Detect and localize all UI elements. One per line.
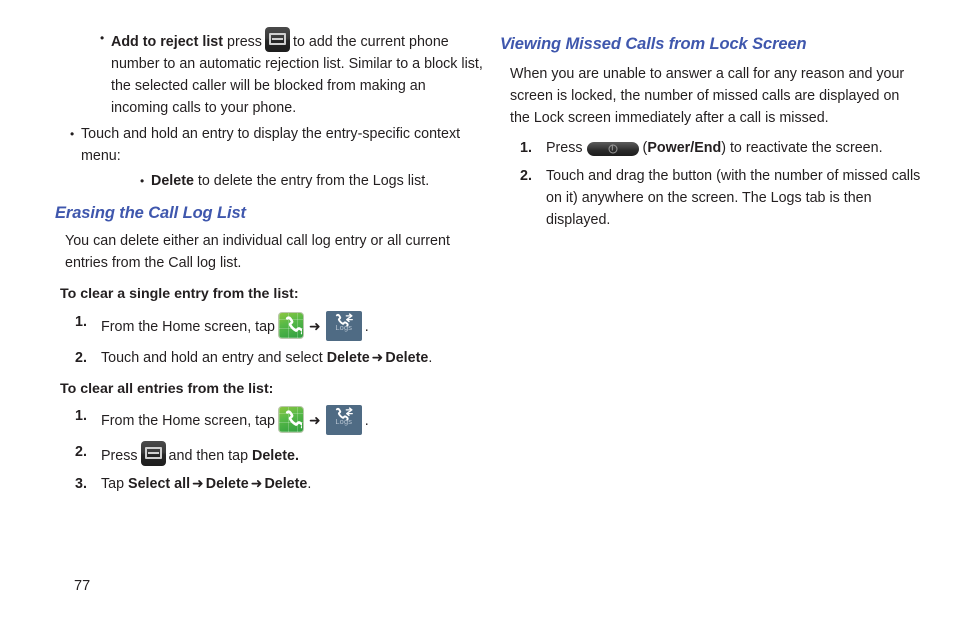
step-text: Press (Power/End) to reactivate the scree…: [546, 137, 930, 159]
step-number: 3.: [75, 476, 87, 493]
step-text: From the Home screen, tap ➜ Logs.: [101, 310, 485, 341]
menu-key-icon: [264, 27, 290, 52]
step-text: From the Home screen, tap ➜ Logs.: [101, 405, 485, 436]
arrow-icon: ➜: [192, 476, 204, 493]
bold-delete: Delete.: [252, 448, 299, 465]
right-column: Viewing Missed Calls from Lock Screen Wh…: [500, 0, 930, 231]
step-text-before: Touch and hold an entry and select: [101, 349, 323, 366]
step-text-after: .: [364, 413, 369, 430]
bullet-delete: • Delete to delete the entry from the Lo…: [140, 170, 485, 192]
step-text: Touch and drag the button (with the numb…: [546, 167, 921, 228]
menu-key-icon: [140, 441, 166, 467]
term-delete: Delete: [151, 173, 194, 189]
arrow-icon: ➜: [371, 349, 384, 366]
step-text-before: Press: [546, 139, 583, 156]
step-text-before: From the Home screen, tap: [101, 413, 276, 430]
step-text-before: From the Home screen, tap: [101, 318, 276, 335]
bullet-delete-rest: to delete the entry from the Logs list.: [197, 173, 430, 189]
paren-close: ): [721, 139, 726, 156]
paragraph-erasing-intro: You can delete either an individual call…: [65, 232, 450, 271]
bold-delete-1: Delete: [326, 349, 370, 366]
step-all-1: 1. From the Home screen, tap ➜ Logs.: [75, 405, 485, 436]
bullet-marker: •: [140, 174, 145, 188]
bullet-text: Touch and hold an entry to display the e…: [81, 126, 461, 164]
page-number: 77: [74, 578, 91, 594]
bullet-text: Delete to delete the entry from the Logs…: [151, 170, 485, 192]
step-text: Press and then tap Delete.: [101, 441, 485, 467]
bold-delete-2: Delete: [264, 476, 308, 493]
section-heading-viewing-missed-calls: Viewing Missed Calls from Lock Screen: [500, 35, 807, 53]
step-single-1: 1. From the Home screen, tap ➜ Logs.: [75, 310, 485, 341]
step-missed-1: 1. Press (Power/End) to reactivate the sc…: [520, 137, 930, 159]
power-symbol-icon: [608, 144, 618, 154]
bullet-marker: •: [100, 31, 105, 45]
step-all-3: 3. Tap Select all ➜ Delete ➜ Delete.: [75, 473, 485, 495]
manual-page: • Add to reject list press to add the cur…: [0, 0, 954, 636]
logs-icon-label: Logs: [335, 417, 353, 427]
paragraph-viewing-missed-calls-intro: When you are unable to answer a call for…: [510, 65, 905, 126]
step-text-after: .: [307, 476, 312, 493]
left-column: • Add to reject list press to add the cur…: [55, 0, 485, 495]
step-number: 2.: [75, 349, 87, 366]
arrow-icon: ➜: [250, 476, 263, 493]
bold-select-all: Select all: [128, 476, 191, 493]
step-number: 1.: [75, 313, 87, 330]
step-text-before: Tap: [101, 476, 125, 493]
step-number: 1.: [520, 139, 532, 156]
logs-icon: Logs: [325, 310, 362, 341]
bold-delete-1: Delete: [205, 476, 249, 493]
bullet-touch-and-hold: • Touch and hold an entry to display the…: [70, 123, 485, 167]
step-text-after: to reactivate the screen.: [729, 139, 883, 156]
arrow-icon: ➜: [309, 318, 321, 335]
arrow-icon: ➜: [309, 413, 321, 430]
bold-delete-2: Delete: [385, 349, 429, 366]
step-text-after: .: [428, 349, 433, 366]
phone-icon: [278, 406, 305, 434]
step-number: 2.: [520, 167, 532, 184]
step-text-before: Press: [101, 448, 138, 465]
step-number: 1.: [75, 408, 87, 425]
logs-icon: Logs: [325, 405, 362, 436]
section-heading-erasing-call-log-list: Erasing the Call Log List: [55, 204, 246, 222]
term-add-to-reject-list: Add to reject list: [111, 34, 224, 50]
bullet-marker: •: [70, 127, 75, 141]
step-number: 2.: [75, 444, 87, 461]
step-text-after: .: [364, 318, 369, 335]
step-text: Tap Select all ➜ Delete ➜ Delete.: [101, 473, 485, 495]
step-single-2: 2. Touch and hold an entry and select De…: [75, 347, 485, 369]
step-text: Touch and hold an entry and select Delet…: [101, 347, 485, 369]
text-before-menu-icon: press: [227, 34, 262, 50]
step-missed-2: 2. Touch and drag the button (with the n…: [520, 165, 925, 231]
step-all-2: 2. Press and then tap Delete.: [75, 441, 485, 467]
step-text-mid: and then tap: [168, 448, 249, 465]
power-end-button-icon: [586, 141, 639, 156]
bold-power-end: Power/End: [647, 139, 722, 156]
bullet-text: Add to reject list press to add the curre…: [111, 27, 485, 119]
bullet-add-to-reject-list: • Add to reject list press to add the cur…: [100, 27, 485, 119]
phone-icon: [278, 311, 305, 339]
logs-icon-label: Logs: [335, 322, 353, 332]
subheading-clear-single-entry: To clear a single entry from the list:: [60, 285, 299, 302]
subheading-clear-all-entries: To clear all entries from the list:: [60, 380, 274, 397]
